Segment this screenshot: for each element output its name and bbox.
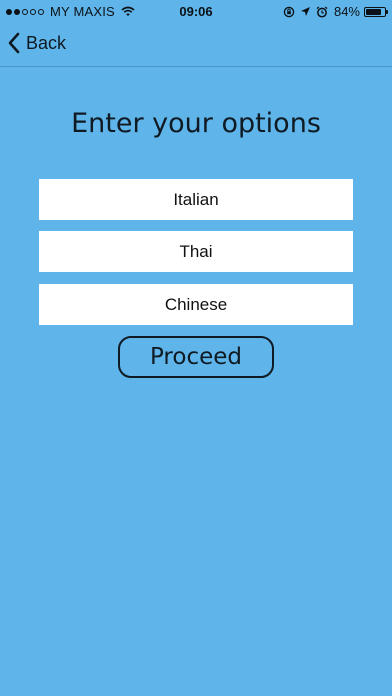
battery-icon [364,6,388,17]
battery-percentage: 84% [333,4,360,19]
status-right: 84% [278,4,388,19]
alarm-icon [316,5,328,18]
nav-bar: Back [0,22,392,67]
screen-rotation-lock-icon [283,6,295,18]
status-bar: MY MAXIS 09:06 84% [0,0,392,22]
chevron-left-icon [8,32,20,54]
proceed-button[interactable]: Proceed [118,336,274,378]
option-input-1[interactable] [39,179,353,220]
back-button[interactable]: Back [8,32,66,54]
option-input-2[interactable] [39,231,353,272]
battery-fill [366,8,382,15]
option-input-3[interactable] [39,284,353,325]
back-label: Back [26,32,67,53]
location-arrow-icon [300,6,311,17]
page-title: Enter your options [71,108,321,139]
